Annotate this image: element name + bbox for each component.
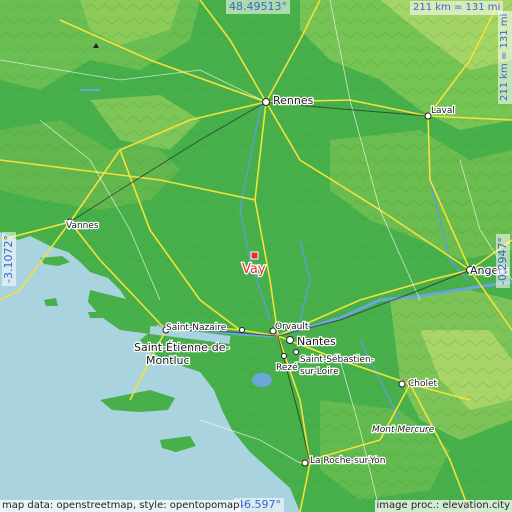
city-label-cholet: Cholet (408, 379, 438, 389)
location-marker-icon[interactable] (250, 251, 259, 260)
city-label-laval: Laval (431, 106, 455, 116)
scale-vertical: 211 km = 131 mi (498, 10, 512, 104)
map-view[interactable]: Rennes Laval Vannes Angers Saint-Nazaire… (0, 0, 512, 512)
city-label-saint-sebastien-1: Saint-Sébastien- (300, 354, 374, 365)
coord-bottom: 46.597° (234, 498, 284, 512)
map-canvas: Rennes Laval Vannes Angers Saint-Nazaire… (0, 0, 512, 512)
city-label-rennes: Rennes (273, 94, 314, 107)
coord-left: -3.1072° (2, 232, 16, 286)
city-label-saint-etienne-2: Montluc (146, 354, 190, 367)
city-label-saint-nazaire: Saint-Nazaire (166, 323, 227, 333)
attribution-left: map data: openstreetmap, style: opentopo… (0, 500, 242, 512)
lake-grand-lieu (252, 373, 272, 387)
city-label-vannes: Vannes (66, 221, 99, 231)
attribution-right: image proc.: elevation.city (374, 500, 512, 512)
city-label-la-roche-sur-yon: La Roche-sur-Yon (310, 456, 385, 466)
city-label-orvault: Orvault (275, 322, 309, 332)
city-label-mont-mercure: Mont Mercure (372, 425, 435, 435)
coord-top: 48.49513° (226, 0, 290, 14)
city-label-reze: Rezé (276, 362, 298, 373)
city-label-saint-etienne-1: Saint-Étienne-de- (134, 341, 230, 354)
coord-right: -0.2947° (496, 234, 510, 288)
city-label-nantes: Nantes (297, 335, 336, 348)
location-marker-label: Vay (242, 262, 266, 277)
city-label-saint-sebastien-2: sur-Loire (300, 367, 339, 377)
scale-horizontal: 211 km = 131 mi (410, 1, 504, 15)
